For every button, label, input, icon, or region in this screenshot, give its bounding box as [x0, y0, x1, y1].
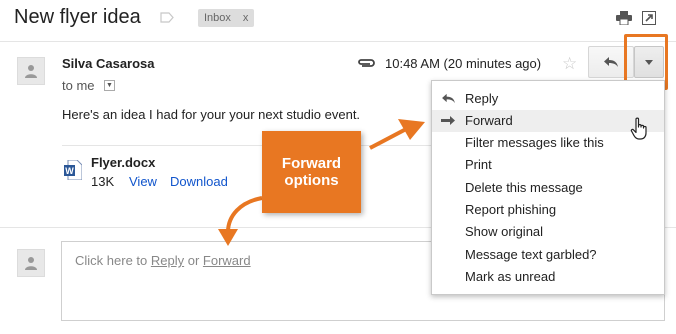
callout-line-2: options	[284, 172, 339, 189]
forward-options-callout: Forward options	[262, 131, 361, 213]
callout-line-1: Forward	[281, 155, 342, 172]
